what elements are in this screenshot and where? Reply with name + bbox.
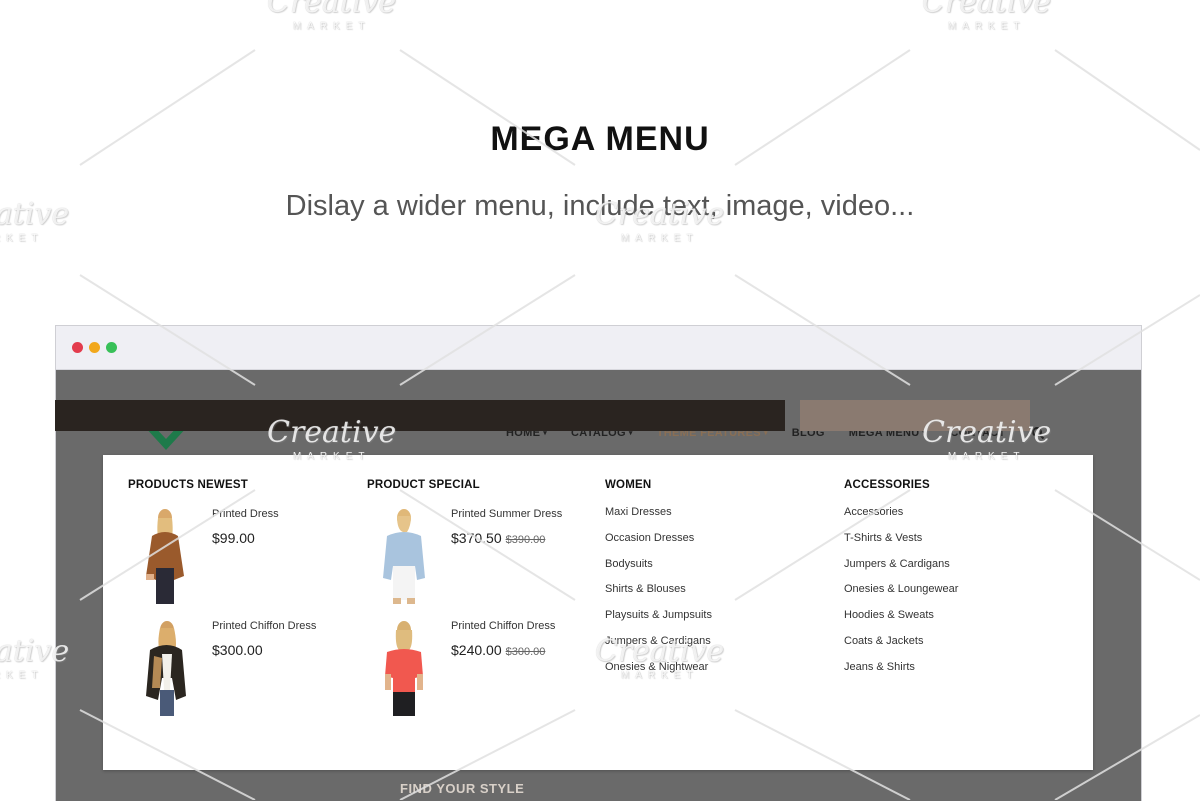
hero-banner[interactable] [55,400,785,431]
watermark-logo: CreativeMARKET [922,0,1051,32]
watermark-subtext: MARKET [620,233,699,244]
menu-link[interactable]: Jeans & Shirts [844,661,958,687]
menu-link[interactable]: Playsuits & Jumpsuits [605,609,712,635]
product-special-column: PRODUCT SPECIAL Printed Summer Dress $37… [367,479,562,730]
women-link-list: Maxi Dresses Occasion Dresses Bodysuits … [605,506,712,687]
product-name[interactable]: Printed Chiffon Dress [212,620,316,632]
product-old-price: $390.00 [505,534,546,546]
product-price: $99.00 [212,530,255,546]
minimize-dot-icon[interactable] [89,342,100,353]
menu-link[interactable]: T-Shirts & Vests [844,532,958,558]
menu-link[interactable]: Accessories [844,506,958,532]
products-newest-column: PRODUCTS NEWEST Printed Dress $99.00 Pri… [128,479,316,730]
menu-link[interactable]: Onesies & Nightwear [605,661,712,687]
chevron-down-icon: ▾ [543,430,548,437]
chevron-down-icon: ▾ [763,430,768,437]
chevron-down-icon: ▾ [628,430,633,437]
column-title: PRODUCTS NEWEST [128,479,248,491]
accessories-link-list: Accessories T-Shirts & Vests Jumpers & C… [844,506,958,687]
product-image-brown-top[interactable] [134,506,196,608]
menu-link[interactable]: Hoodies & Sweats [844,609,958,635]
product-image-red-top[interactable] [373,618,435,720]
product-name[interactable]: Printed Chiffon Dress [451,620,555,632]
watermark-text: Creative [267,0,397,20]
product-item[interactable]: Printed Summer Dress $370.50 $390.00 [367,506,562,618]
watermark-subtext: MARKET [947,21,1026,32]
product-item[interactable]: Printed Chiffon Dress $300.00 [128,618,316,730]
column-title: PRODUCT SPECIAL [367,479,480,491]
browser-titlebar [56,326,1141,370]
watermark-subtext: MARKET [292,21,371,32]
menu-link[interactable]: Onesies & Loungewear [844,583,958,609]
women-column: WOMEN Maxi Dresses Occasion Dresses Body… [605,479,712,687]
product-price: $370.50 [451,530,502,546]
chevron-down-icon: ▾ [922,430,927,437]
search-icon[interactable] [1031,426,1045,440]
product-name[interactable]: Printed Dress [212,508,279,520]
column-title: ACCESSORIES [844,479,930,491]
product-price: $240.00 [451,642,502,658]
page-subtitle: Dislay a wider menu, include text, image… [285,190,915,222]
watermark-logo: CreativeMARKET [267,0,396,32]
page-title: MEGA MENU [490,120,710,158]
column-title: WOMEN [605,479,652,491]
product-price: $300.00 [212,642,263,658]
product-old-price: $300.00 [505,646,546,658]
watermark-subtext: MARKET [0,233,44,244]
menu-link[interactable]: Jumpers & Cardigans [605,635,712,661]
mega-menu-dropdown: PRODUCTS NEWEST Printed Dress $99.00 Pri… [103,455,1093,770]
accessories-column: ACCESSORIES Accessories T-Shirts & Vests… [844,479,958,687]
menu-link[interactable]: Bodysuits [605,558,712,584]
product-image-denim-shirt[interactable] [373,506,435,608]
menu-link[interactable]: Coats & Jackets [844,635,958,661]
product-name[interactable]: Printed Summer Dress [451,508,562,520]
maximize-dot-icon[interactable] [106,342,117,353]
product-item[interactable]: Printed Dress $99.00 [128,506,316,618]
menu-link[interactable]: Maxi Dresses [605,506,712,532]
menu-link[interactable]: Jumpers & Cardigans [844,558,958,584]
product-item[interactable]: Printed Chiffon Dress $240.00 $300.00 [367,618,562,730]
watermark-text: Creative [922,0,1052,20]
close-dot-icon[interactable] [72,342,83,353]
menu-link[interactable]: Occasion Dresses [605,532,712,558]
hero-banner-text: FIND YOUR STYLE [400,781,525,796]
hero-banner-side[interactable] [800,400,1030,431]
menu-link[interactable]: Shirts & Blouses [605,583,712,609]
product-image-jacket[interactable] [134,618,196,720]
